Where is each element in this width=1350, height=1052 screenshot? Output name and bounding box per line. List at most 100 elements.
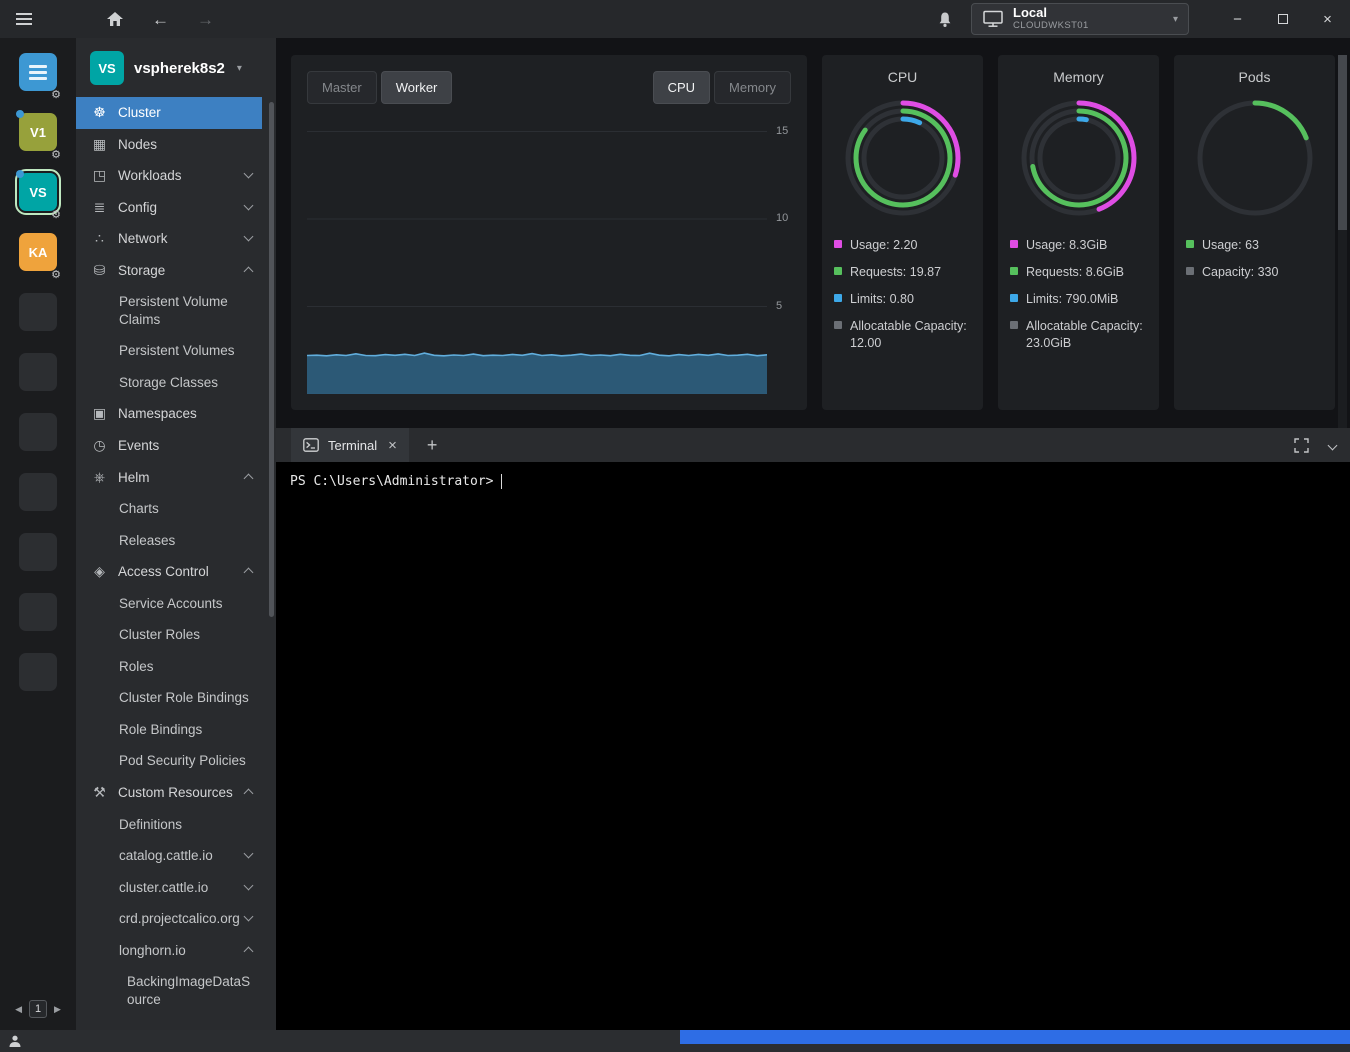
sidebar-item-network[interactable]: ∴Network <box>76 223 262 255</box>
cluster-name: vspherek8s2 <box>134 60 225 77</box>
sidebar-item-custom-resources[interactable]: ⚒Custom Resources <box>76 777 262 809</box>
notification-bell-button[interactable] <box>937 11 953 28</box>
chevron-down-icon <box>244 849 254 859</box>
workspace-placeholder <box>19 473 57 511</box>
legend-text: Requests: 8.6GiB <box>1026 264 1124 281</box>
scrollbar-thumb[interactable] <box>1338 55 1347 230</box>
window-controls: − × <box>1215 0 1350 38</box>
pager-next-icon[interactable]: ▶ <box>54 1004 61 1015</box>
chevron-up-icon <box>244 568 254 578</box>
maximize-button[interactable] <box>1260 0 1305 38</box>
workspace-placeholder <box>19 353 57 391</box>
collapse-terminal-icon[interactable] <box>1328 440 1338 450</box>
placeholder-square <box>19 353 57 391</box>
sidebar-item-roles[interactable]: Roles <box>76 651 262 683</box>
sidebar-item-service-accounts[interactable]: Service Accounts <box>76 588 262 620</box>
sidebar-item-access-control[interactable]: ◈Access Control <box>76 556 262 588</box>
sidebar-item-nodes[interactable]: ▦Nodes <box>76 129 262 161</box>
metric-tab-cpu[interactable]: CPU <box>653 71 710 104</box>
sidebar-scrollbar[interactable] <box>269 102 274 617</box>
pager-prev-icon[interactable]: ◀ <box>15 1004 22 1015</box>
workspace-v1[interactable]: V1⚙ <box>19 113 57 151</box>
sidebar-item-charts[interactable]: Charts <box>76 493 262 525</box>
sidebar-item-role-bindings[interactable]: Role Bindings <box>76 714 262 746</box>
sidebar-item-catalog-cattle-io[interactable]: catalog.cattle.io <box>76 840 262 872</box>
new-tab-button[interactable]: + <box>427 435 438 456</box>
terminal-tab[interactable]: Terminal × <box>291 428 409 462</box>
sidebar-item-backingimagedatasource[interactable]: BackingImageDataSource <box>76 966 262 1015</box>
sidebar-item-label: Persistent Volume Claims <box>119 293 252 328</box>
legend-text: Usage: 2.20 <box>850 237 917 254</box>
workspace-placeholder <box>19 653 57 691</box>
app-window: ← → Local CLOUDWKST01 ▾ <box>0 0 1350 1052</box>
sidebar-item-persistent-volumes[interactable]: Persistent Volumes <box>76 335 262 367</box>
hamburger-menu-icon[interactable] <box>16 13 32 25</box>
sidebar-item-workloads[interactable]: ◳Workloads <box>76 160 262 192</box>
workspace-apps[interactable]: ⚙ <box>19 53 57 91</box>
sidebar-item-label: Role Bindings <box>119 721 252 739</box>
sidebar-item-releases[interactable]: Releases <box>76 525 262 557</box>
workspace-ka[interactable]: KA⚙ <box>19 233 57 271</box>
storage-icon: ⛁ <box>90 262 109 279</box>
gear-icon[interactable]: ⚙ <box>51 88 61 101</box>
gear-icon[interactable]: ⚙ <box>51 268 61 281</box>
node-tab-worker[interactable]: Worker <box>381 71 453 104</box>
expand-terminal-button[interactable] <box>1294 438 1309 453</box>
legend-swatch-icon <box>834 267 842 275</box>
sidebar-item-cluster-roles[interactable]: Cluster Roles <box>76 619 262 651</box>
dashboard-scrollbar[interactable] <box>1338 55 1347 428</box>
workloads-icon: ◳ <box>90 167 109 184</box>
placeholder-square <box>19 533 57 571</box>
sidebar-item-namespaces[interactable]: ▣Namespaces <box>76 398 262 430</box>
sidebar-item-definitions[interactable]: Definitions <box>76 809 262 841</box>
legend-item: Limits: 0.80 <box>834 291 971 308</box>
gauge-title: Pods <box>1239 69 1271 85</box>
sidebar-item-config[interactable]: ≣Config <box>76 192 262 224</box>
sidebar-item-storage[interactable]: ⛁Storage <box>76 255 262 287</box>
y-axis-tick: 15 <box>776 125 788 137</box>
workspace-placeholder <box>19 413 57 451</box>
sidebar-item-cluster[interactable]: ☸Cluster <box>76 97 262 129</box>
sidebar-item-crd-projectcalico-org[interactable]: crd.projectcalico.org <box>76 903 262 935</box>
sidebar-item-longhorn-io[interactable]: longhorn.io <box>76 935 262 967</box>
node-tab-master[interactable]: Master <box>307 71 377 104</box>
back-button[interactable]: ← <box>152 11 169 28</box>
sidebar-item-cluster-role-bindings[interactable]: Cluster Role Bindings <box>76 682 262 714</box>
legend-swatch-icon <box>1010 294 1018 302</box>
chevron-up-icon <box>244 266 254 276</box>
sidebar-item-label: Service Accounts <box>119 595 252 613</box>
sidebar-item-pod-security-policies[interactable]: Pod Security Policies <box>76 745 262 777</box>
legend-text: Allocatable Capacity: 12.00 <box>850 318 971 352</box>
chevron-down-icon <box>244 200 254 210</box>
workspace-vs[interactable]: VS⚙ <box>19 173 57 211</box>
sidebar-item-label: Charts <box>119 500 252 518</box>
sidebar-item-storage-classes[interactable]: Storage Classes <box>76 367 262 399</box>
home-button[interactable] <box>106 11 124 27</box>
close-tab-icon[interactable]: × <box>388 437 397 454</box>
legend-swatch-icon <box>1186 240 1194 248</box>
sidebar-menu: ☸Cluster▦Nodes◳Workloads≣Config∴Network⛁… <box>76 97 276 1015</box>
chevron-down-icon <box>244 912 254 922</box>
close-button[interactable]: × <box>1305 0 1350 38</box>
gear-icon[interactable]: ⚙ <box>51 148 61 161</box>
sidebar-item-label: Access Control <box>118 563 245 581</box>
cluster-header[interactable]: VS vspherek8s2 ▾ <box>76 38 276 97</box>
sidebar-item-label: Cluster Roles <box>119 626 252 644</box>
sidebar-item-persistent-volume-claims[interactable]: Persistent Volume Claims <box>76 286 262 335</box>
cluster-switcher[interactable]: Local CLOUDWKST01 ▾ <box>971 3 1189 35</box>
custom-icon: ⚒ <box>90 784 109 801</box>
forward-button[interactable]: → <box>197 11 214 28</box>
user-icon[interactable] <box>8 1034 22 1048</box>
gear-icon[interactable]: ⚙ <box>51 208 61 221</box>
network-icon: ∴ <box>90 230 109 247</box>
terminal-icon <box>303 438 319 452</box>
fullscreen-icon <box>1294 438 1309 453</box>
sidebar-item-helm[interactable]: ⎈Helm <box>76 462 262 494</box>
sidebar-item-events[interactable]: ◷Events <box>76 430 262 462</box>
metric-tab-memory[interactable]: Memory <box>714 71 791 104</box>
minimize-button[interactable]: − <box>1215 0 1260 38</box>
terminal-output[interactable]: PS C:\Users\Administrator> <box>276 462 1350 1030</box>
legend-text: Capacity: 330 <box>1202 264 1278 281</box>
sidebar-item-cluster-cattle-io[interactable]: cluster.cattle.io <box>76 872 262 904</box>
sidebar-item-label: Persistent Volumes <box>119 342 252 360</box>
